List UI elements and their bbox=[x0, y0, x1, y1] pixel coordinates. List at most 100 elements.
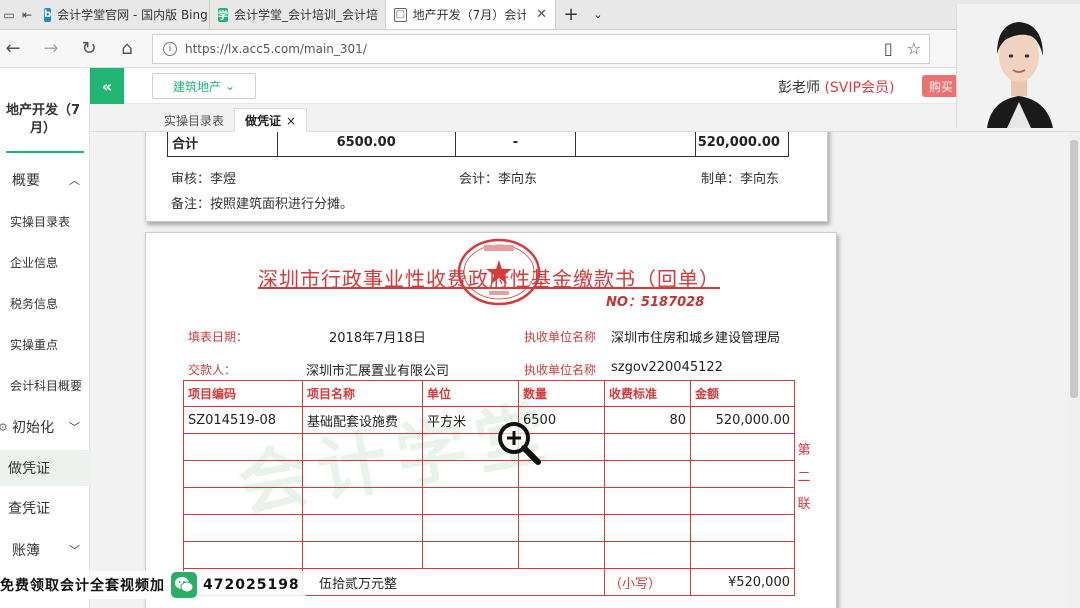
col-header: 收费标准 bbox=[604, 380, 691, 407]
col-header: 项目名称 bbox=[302, 380, 423, 407]
total-quantity: 6500.00 bbox=[278, 132, 456, 156]
copy-label-char: 二 bbox=[797, 470, 811, 485]
window-icon[interactable]: ▭ bbox=[0, 0, 18, 29]
browser-tab-strip: ▭ ⇤ b 会计学堂官网 - 国内版 Bing 学 会计学堂_会计培训_会计培 … bbox=[0, 0, 1080, 30]
sidebar-item-tax-info[interactable]: 税务信息 bbox=[0, 285, 90, 321]
remark: 备注：按照建筑面积进行分摊。 bbox=[171, 197, 354, 212]
sidebar-item-initialize[interactable]: ⚙ 初始化 ﹀ bbox=[0, 409, 90, 445]
col-header: 单位 bbox=[422, 380, 519, 407]
reading-view-icon[interactable]: ▯ bbox=[884, 39, 893, 58]
tab-switch-icon[interactable]: ⇤ bbox=[18, 0, 36, 29]
sidebar-item-account-overview[interactable]: 会计科目概要 bbox=[0, 367, 90, 403]
table-row bbox=[183, 433, 795, 461]
chevron-down-icon: ﹀ bbox=[69, 421, 80, 434]
vip-badge: (SVIP会员) bbox=[824, 80, 895, 96]
collector-label: 执收单位名称 bbox=[524, 330, 597, 344]
refresh-icon[interactable]: ↻ bbox=[70, 38, 108, 59]
item-rate: 80 bbox=[604, 406, 691, 434]
buy-button[interactable]: 购买 bbox=[922, 75, 960, 97]
book-icon: ▏ bbox=[0, 543, 7, 557]
col-header: 金额 bbox=[690, 380, 795, 407]
table-row bbox=[183, 487, 795, 515]
sidebar-item-label: 初始化 bbox=[12, 420, 54, 436]
sidebar-item-label: 会计科目概要 bbox=[10, 378, 83, 393]
gear-icon: ⚙ bbox=[0, 420, 8, 434]
amount-small: ¥520,000 bbox=[690, 568, 795, 596]
payer-label: 交款人： bbox=[188, 363, 237, 377]
copy-label: 第 二 联 bbox=[797, 437, 811, 518]
sidebar-item-label: 做凭证 bbox=[8, 461, 50, 477]
tab-label: 会计学堂官网 - 国内版 Bing bbox=[57, 8, 208, 22]
sidebar-item-make-voucher[interactable]: 做凭证 bbox=[0, 450, 90, 486]
sidebar-item-catalog[interactable]: 实操目录表 bbox=[0, 203, 90, 239]
wechat-icon bbox=[171, 572, 197, 598]
info-icon[interactable]: i bbox=[163, 42, 177, 56]
sidebar-item-ledger[interactable]: ▏ 账簿 ﹀ bbox=[0, 532, 90, 568]
bing-icon: b bbox=[44, 7, 52, 22]
bullet-icon: ▏ bbox=[0, 173, 7, 187]
table-row bbox=[183, 541, 795, 569]
sidebar-item-label: 税务信息 bbox=[10, 296, 59, 311]
sidebar-title: 地产开发（7月） bbox=[5, 103, 81, 136]
chevron-down-icon: ﹀ bbox=[69, 544, 80, 557]
table-row bbox=[183, 460, 795, 488]
acc5-icon: 学 bbox=[218, 7, 228, 22]
total-dash: - bbox=[456, 132, 577, 156]
close-icon[interactable]: × bbox=[286, 114, 296, 128]
scrollbar-thumb[interactable] bbox=[1070, 140, 1078, 398]
maker: 制单：李向东 bbox=[701, 172, 780, 187]
accountant: 会计：李向东 bbox=[459, 172, 538, 187]
tab-catalog[interactable]: 实操目录表 bbox=[154, 108, 234, 132]
collector-label-2: 执收单位名称 bbox=[524, 363, 597, 377]
page-tabs: 实操目录表 做凭证 × bbox=[90, 104, 1080, 132]
sidebar-item-view-voucher[interactable]: 查凭证 bbox=[0, 490, 90, 526]
chevron-down-icon: ⌄ bbox=[224, 79, 236, 93]
copy-label-char: 联 bbox=[797, 497, 811, 512]
new-tab-icon[interactable]: + bbox=[556, 0, 586, 29]
amount-words: 伍拾贰万元整 bbox=[302, 568, 605, 596]
payer-name: 深圳市汇展置业有限公司 bbox=[306, 364, 450, 379]
fill-date: 2018年7月18日 bbox=[329, 331, 426, 346]
industry-select[interactable]: 建筑地产 ⌄ bbox=[152, 73, 256, 99]
collapse-sidebar-button[interactable]: « bbox=[90, 68, 124, 104]
sidebar-item-label: 概要 bbox=[12, 173, 40, 189]
receipt-title: 深圳市行政事业性收费政府性基金缴款书（回单） bbox=[258, 267, 720, 291]
back-icon[interactable]: ← bbox=[0, 38, 32, 59]
sidebar-item-overview[interactable]: ▏ 概要 ︿ bbox=[0, 162, 90, 198]
promo-number: 472025198 bbox=[203, 577, 300, 593]
small-label: （小写） bbox=[604, 568, 691, 596]
item-name: 基础配套设施费 bbox=[302, 406, 423, 434]
sidebar-item-label: 企业信息 bbox=[10, 255, 59, 270]
browser-tab-bing[interactable]: b 会计学堂官网 - 国内版 Bing bbox=[36, 0, 210, 29]
receipt-card: 会计学堂 深圳市行政事业性收费政府性基金缴款书（回单） NO：5187028 填… bbox=[145, 232, 837, 608]
chevron-up-icon: ︿ bbox=[69, 174, 80, 187]
browser-tab-active[interactable]: ▢ 地产开发（7月）会计做 ✕ bbox=[386, 0, 556, 29]
tab-label: 会计学堂_会计培训_会计培 bbox=[234, 8, 379, 22]
fill-date-label: 填表日期： bbox=[188, 330, 249, 344]
favorite-star-icon[interactable]: ☆ bbox=[907, 39, 921, 58]
close-icon[interactable]: ✕ bbox=[536, 7, 547, 22]
industry-label: 建筑地产 bbox=[172, 79, 221, 94]
total-amount: 520,000.00 bbox=[697, 134, 780, 150]
item-amount: 520,000.00 bbox=[690, 406, 795, 434]
collector-code: szgov220045122 bbox=[611, 360, 723, 375]
url-text: https://lx.acc5.com/main_301/ bbox=[185, 42, 367, 56]
sidebar-item-label: 账簿 bbox=[12, 543, 40, 559]
forward-icon[interactable]: → bbox=[32, 38, 70, 59]
browser-tab-acc5[interactable]: 学 会计学堂_会计培训_会计培 bbox=[210, 0, 386, 29]
url-bar[interactable]: i https://lx.acc5.com/main_301/ ▯ ☆ bbox=[152, 34, 930, 64]
tab-label: 地产开发（7月）会计做 bbox=[412, 8, 526, 22]
tab-label: 实操目录表 bbox=[164, 113, 225, 128]
sidebar-item-company-info[interactable]: 企业信息 bbox=[0, 244, 90, 280]
tab-make-voucher[interactable]: 做凭证 × bbox=[234, 108, 308, 132]
page-icon: ▢ bbox=[394, 7, 407, 22]
home-icon[interactable]: ⌂ bbox=[108, 38, 146, 59]
chevron-down-icon[interactable]: ⌄ bbox=[586, 0, 610, 29]
app-header: « 建筑地产 ⌄ 彭老师 (SVIP会员) 购买 bbox=[90, 68, 1080, 104]
promo-banner: 免费领取会计全套视频加 472025198 bbox=[0, 571, 306, 599]
sidebar-item-key-points[interactable]: 实操重点 bbox=[0, 326, 90, 362]
table-row: SZ014519-08 基础配套设施费 平方米 6500 80 520,000.… bbox=[183, 406, 795, 434]
zoom-in-cursor-icon[interactable] bbox=[496, 420, 542, 466]
presenter-video-icon bbox=[957, 4, 1080, 128]
voucher-total-row: 合计 6500.00 - 520,000.00 bbox=[167, 132, 789, 157]
